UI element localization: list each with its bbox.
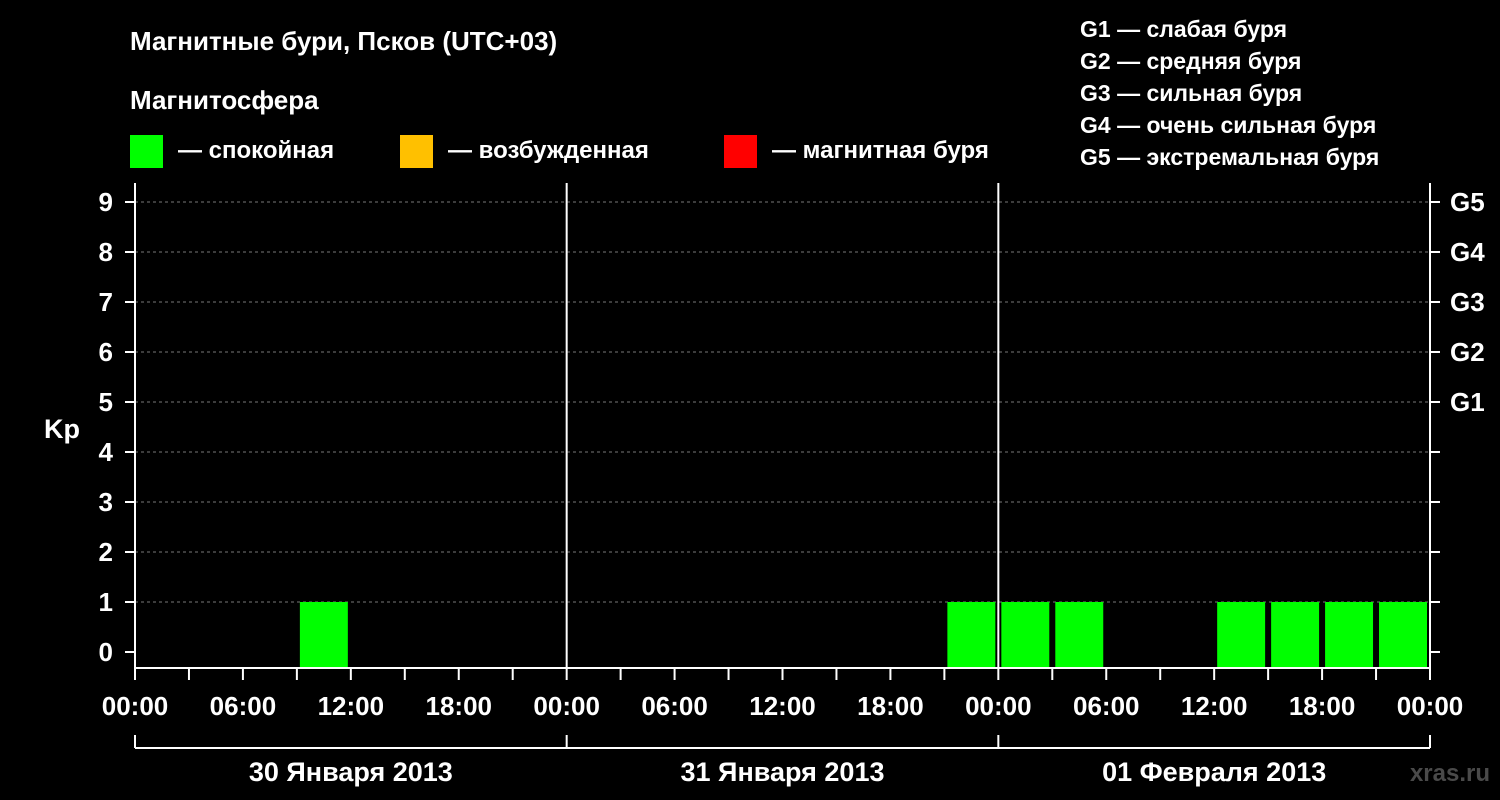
y-axis-label: Kp [44,414,80,444]
x-tick-label: 00:00 [965,691,1032,721]
x-tick-label: 06:00 [1073,691,1140,721]
y-tick-label: 7 [99,287,113,317]
x-tick-label: 06:00 [210,691,277,721]
kp-bar [947,602,996,668]
x-tick-label: 18:00 [1289,691,1356,721]
kp-bar [299,602,348,668]
storm-level-label: G5 [1450,187,1485,217]
y-ticks: 0 1 2 3 4 5 6 7 8 9 [99,187,135,667]
kp-bar [1055,602,1104,668]
x-tick-label: 18:00 [426,691,493,721]
legend-swatch-storm [724,135,757,168]
bars [299,602,1427,668]
storm-level-label: G2 [1450,337,1485,367]
kp-bar [1325,602,1374,668]
kp-bar [1217,602,1266,668]
storm-scale-g3: G3 — сильная буря [1080,80,1302,106]
y-tick-label: 5 [99,387,113,417]
x-tick-label: 12:00 [1181,691,1248,721]
day-label: 31 Января 2013 [681,757,885,787]
storm-level-label: G3 [1450,287,1485,317]
kp-bar [1271,602,1320,668]
kp-chart: Магнитные бури, Псков (UTC+03) Магнитосф… [44,16,1490,787]
storm-level-label: G4 [1450,237,1485,267]
kp-bar [1379,602,1427,668]
storm-scale-g2: G2 — средняя буря [1080,48,1301,74]
legend-swatch-quiet [130,135,163,168]
x-tick-label: 18:00 [857,691,924,721]
y-tick-label: 8 [99,237,113,267]
storm-level-ticks: G1 G2 G3 G4 G5 [1430,187,1485,653]
legend-label-quiet: — спокойная [178,137,334,164]
y-tick-label: 6 [99,337,113,367]
y-tick-label: 9 [99,187,113,217]
x-ticks: 00:00 06:00 12:00 18:00 00:00 06:00 12:00 18:00… [102,668,1464,721]
watermark: xras.ru [1410,760,1490,787]
x-tick-label: 00:00 [533,691,600,721]
storm-scale-g5: G5 — экстремальная буря [1080,144,1379,170]
y-tick-label: 1 [99,587,113,617]
grid-lines [135,201,1430,603]
day-label: 01 Февраля 2013 [1102,757,1326,787]
y-tick-label: 2 [99,537,113,567]
storm-level-label: G1 [1450,387,1485,417]
axes [134,183,1431,669]
x-tick-label: 00:00 [102,691,169,721]
y-tick-label: 0 [99,637,113,667]
x-tick-label: 12:00 [318,691,385,721]
chart-title: Магнитные бури, Псков (UTC+03) [130,26,557,56]
y-tick-label: 4 [99,437,114,467]
y-tick-label: 3 [99,487,113,517]
x-tick-label: 12:00 [749,691,816,721]
storm-scale-g4: G4 — очень сильная буря [1080,112,1376,138]
x-tick-label: 06:00 [641,691,708,721]
storm-scale-g1: G1 — слабая буря [1080,16,1287,42]
kp-bar [1001,602,1050,668]
x-tick-label: 00:00 [1397,691,1464,721]
legend-swatch-active [400,135,433,168]
day-label: 30 Января 2013 [249,757,453,787]
legend-heading: Магнитосфера [130,85,319,115]
legend-label-storm: — магнитная буря [772,137,989,164]
legend-label-active: — возбужденная [448,137,649,164]
day-labels: 30 Января 2013 31 Января 2013 01 Февраля 2… [134,735,1431,787]
